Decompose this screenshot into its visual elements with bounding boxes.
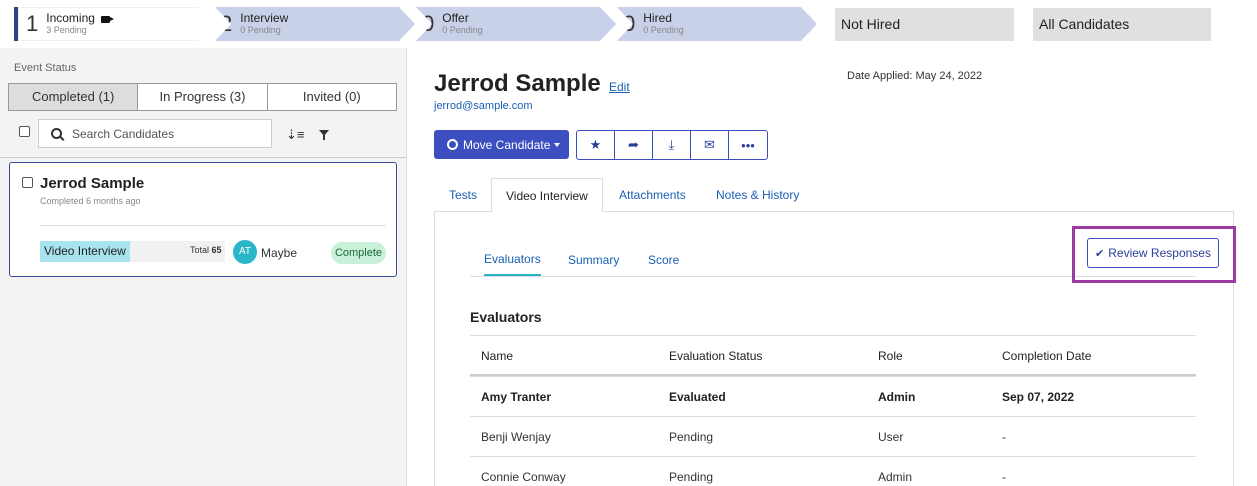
candidate-email[interactable]: jerrod@sample.com [434, 100, 533, 112]
rating-label: Maybe [261, 246, 298, 260]
stage-tag: Video Interview [40, 241, 130, 262]
evaluator-role: Admin [878, 390, 916, 404]
stage-hired[interactable]: 0 Hired 0 Pending [617, 7, 817, 41]
completion-date: Sep 07, 2022 [1002, 390, 1075, 404]
candidate-tabs: Tests Video Interview Attachments Notes … [434, 178, 1234, 213]
candidate-name: Jerrod Sample [434, 70, 601, 97]
stage-incoming[interactable]: 1 Incoming 3 Pending [14, 7, 214, 41]
tab-video-interview[interactable]: Video Interview [491, 178, 603, 213]
tab-notes-history[interactable]: Notes & History [716, 178, 799, 212]
action-button-group: ★ ➦ ⤓ ✉ ••• [576, 130, 768, 160]
mail-icon[interactable]: ✉ [691, 131, 729, 159]
stage-pending: 3 Pending [46, 24, 87, 35]
stage-interview[interactable]: 2 Interview 0 Pending [215, 7, 415, 41]
stage-offer[interactable]: 0 Offer 0 Pending [416, 7, 616, 41]
segment-invited[interactable]: Invited (0) [268, 84, 396, 110]
divider [0, 157, 406, 158]
star-icon[interactable]: ★ [577, 131, 615, 159]
status-badge: Complete [331, 242, 386, 264]
pipeline-bar: 1 Incoming 3 Pending 2 Interview 0 Pendi… [0, 0, 1257, 48]
evaluation-status: Evaluated [669, 390, 726, 404]
share-icon[interactable]: ➦ [615, 131, 653, 159]
select-all-checkbox[interactable] [19, 126, 30, 137]
card-divider [40, 225, 386, 226]
stage-count: 0 [422, 11, 435, 36]
download-icon[interactable]: ⤓ [653, 131, 691, 159]
subtab-summary[interactable]: Summary [568, 253, 619, 267]
evaluation-status: Pending [669, 470, 714, 484]
search-icon [51, 128, 62, 139]
all-candidates-tab[interactable]: All Candidates [1033, 8, 1211, 41]
search-placeholder: Search Candidates [72, 126, 175, 141]
table-row[interactable]: Connie Conway Pending Admin - [470, 456, 1196, 486]
candidate-card-meta: Completed 6 months ago [40, 196, 141, 206]
stage-name: Interview [240, 11, 289, 26]
edit-link[interactable]: Edit [609, 80, 630, 94]
evaluator-role: User [878, 430, 904, 444]
candidate-checkbox[interactable] [22, 177, 33, 188]
tab-attachments[interactable]: Attachments [619, 178, 686, 212]
completion-date: - [1002, 470, 1006, 484]
check-icon: ✔ [1095, 247, 1105, 260]
tab-tests[interactable]: Tests [449, 178, 477, 212]
date-applied: Date Applied: May 24, 2022 [847, 70, 983, 82]
table-row[interactable]: Amy Tranter Evaluated Admin Sep 07, 2022 [470, 376, 1196, 416]
evaluator-name: Benji Wenjay [481, 430, 551, 444]
stage-count: 2 [220, 11, 233, 36]
evaluation-status: Pending [669, 430, 714, 444]
chevron-down-icon [554, 142, 561, 147]
total-score: Total 65 [190, 245, 222, 255]
candidate-card[interactable]: Jerrod Sample Completed 6 months ago Vid… [9, 162, 397, 277]
column-header: Role [878, 349, 903, 363]
stage-count: 1 [26, 11, 39, 36]
evaluator-name: Connie Conway [481, 470, 566, 484]
stage-name: Incoming [46, 11, 95, 26]
video-camera-icon [101, 16, 110, 23]
segment-completed[interactable]: Completed (1) [9, 84, 139, 110]
event-status-label: Event Status [14, 62, 77, 74]
column-header: Name [481, 349, 514, 363]
completion-date: - [1002, 430, 1006, 444]
stage-pending: 0 Pending [643, 24, 684, 35]
stage-count: 0 [623, 11, 636, 36]
evaluator-name: Amy Tranter [481, 390, 552, 404]
sort-icon[interactable]: ⇣≡ [286, 127, 304, 143]
table-row[interactable]: Benji Wenjay Pending User - [470, 416, 1196, 456]
search-input[interactable]: Search Candidates [38, 119, 272, 148]
stage-pending: 0 Pending [240, 24, 281, 35]
event-status-segmented-control: Completed (1) In Progress (3) Invited (0… [8, 83, 397, 111]
more-icon[interactable]: ••• [729, 131, 767, 159]
filter-icon[interactable] [319, 130, 329, 140]
subtab-score[interactable]: Score [648, 253, 679, 267]
candidate-list-panel: Event Status Completed (1) In Progress (… [0, 48, 407, 486]
candidate-card-name: Jerrod Sample [40, 175, 145, 192]
arrow-circle-icon [447, 139, 458, 150]
stage-name: Hired [643, 11, 672, 26]
review-responses-button[interactable]: ✔ Review Responses [1087, 238, 1219, 268]
segment-in-progress[interactable]: In Progress (3) [138, 84, 268, 110]
column-header: Completion Date [1002, 349, 1092, 363]
stage-name: Offer [442, 11, 469, 26]
column-header: Evaluation Status [669, 349, 763, 363]
not-hired-tab[interactable]: Not Hired [835, 8, 1014, 41]
subtab-evaluators[interactable]: Evaluators [484, 252, 541, 276]
evaluators-title: Evaluators [470, 309, 542, 325]
move-candidate-button[interactable]: Move Candidate [434, 130, 569, 159]
evaluator-role: Admin [878, 470, 913, 484]
avatar: AT [233, 240, 257, 264]
table-header: Name Evaluation Status Role Completion D… [470, 335, 1196, 376]
stage-pending: 0 Pending [442, 24, 483, 35]
evaluators-table: Name Evaluation Status Role Completion D… [470, 335, 1196, 486]
